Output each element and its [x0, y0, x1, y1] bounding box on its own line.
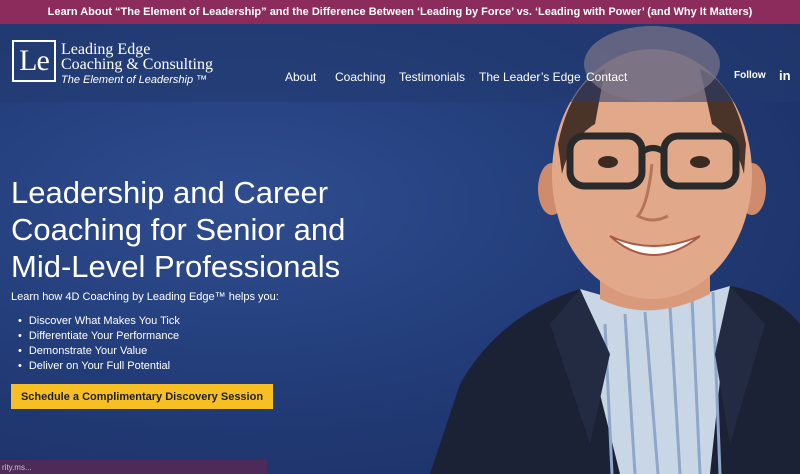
- headline-line-2: Coaching for Senior and: [11, 212, 346, 247]
- nav-leaders-edge[interactable]: The Leader’s Edge: [479, 70, 581, 84]
- nav-testimonials[interactable]: Testimonials: [399, 70, 465, 84]
- hero-subhead: Learn how 4D Coaching by Leading Edge™ h…: [11, 291, 279, 303]
- nav-coaching[interactable]: Coaching: [335, 70, 386, 84]
- headline-line-3: Mid-Level Professionals: [11, 249, 341, 284]
- site-header: Le Leading Edge Coaching & Consulting Th…: [0, 24, 800, 102]
- benefit-list: Discover What Makes You Tick Differentia…: [18, 314, 180, 374]
- logo-tagline: The Element of Leadership ™: [61, 74, 208, 86]
- follow-label: Follow: [734, 70, 766, 81]
- announcement-link[interactable]: Learn About “The Element of Leadership” …: [48, 6, 753, 18]
- list-item: Differentiate Your Performance: [18, 329, 180, 344]
- status-url: rity.ms...: [2, 462, 32, 472]
- headline-line-1: Leadership and Career: [11, 175, 329, 210]
- schedule-session-button[interactable]: Schedule a Complimentary Discovery Sessi…: [11, 384, 273, 409]
- hero-headline: Leadership and Career Coaching for Senio…: [11, 174, 391, 285]
- list-item: Demonstrate Your Value: [18, 344, 180, 359]
- linkedin-icon[interactable]: in: [779, 68, 791, 83]
- browser-status-bar: rity.ms...: [0, 460, 267, 474]
- logo-mark[interactable]: Le: [12, 40, 56, 82]
- nav-contact[interactable]: Contact: [586, 70, 627, 84]
- hero-section: Le Leading Edge Coaching & Consulting Th…: [0, 24, 800, 474]
- logo-name-line2[interactable]: Coaching & Consulting: [61, 57, 213, 73]
- nav-about[interactable]: About: [285, 70, 316, 84]
- list-item: Deliver on Your Full Potential: [18, 359, 180, 374]
- list-item: Discover What Makes You Tick: [18, 314, 180, 329]
- announcement-bar[interactable]: Learn About “The Element of Leadership” …: [0, 0, 800, 24]
